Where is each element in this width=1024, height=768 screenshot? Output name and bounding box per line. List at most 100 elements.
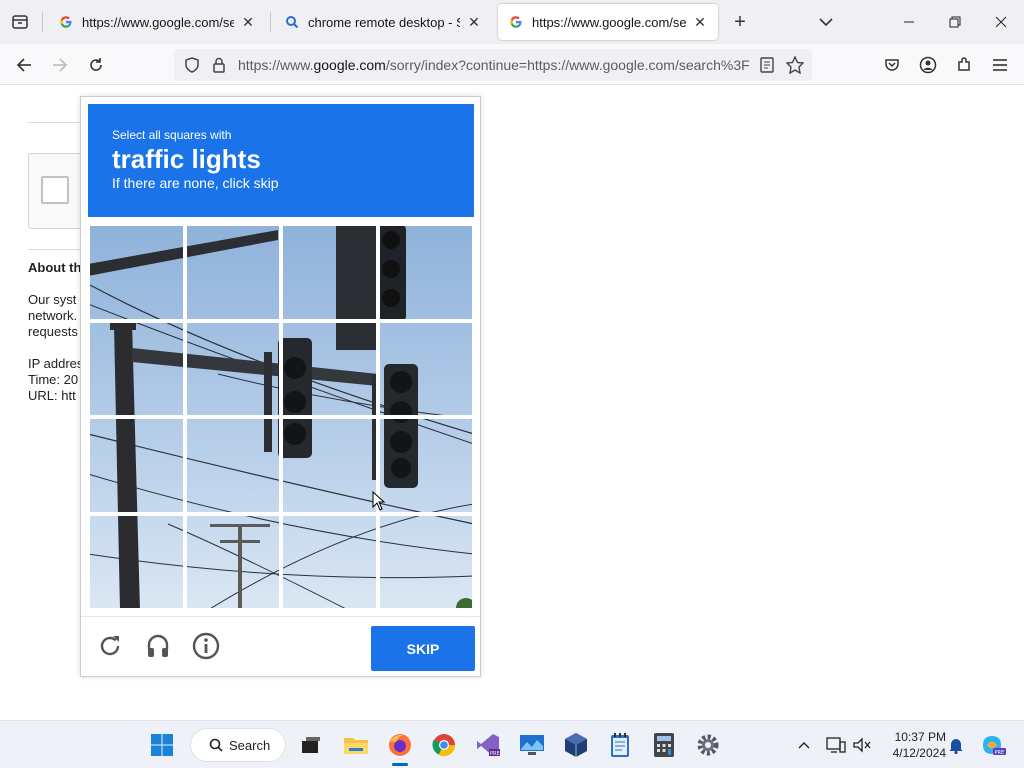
windows-start-icon[interactable] bbox=[146, 729, 178, 761]
divider bbox=[28, 122, 88, 123]
challenge-target: traffic lights bbox=[112, 144, 261, 174]
tab-separator bbox=[42, 12, 43, 32]
tab-google-search-active[interactable]: https://www.google.com/search ✕ bbox=[498, 4, 718, 40]
visual-studio-preview-icon[interactable]: PRE bbox=[472, 729, 504, 761]
grid-tile-r2c4[interactable] bbox=[377, 320, 474, 417]
url-path: /sorry/index?continue=https://www.google… bbox=[385, 57, 750, 73]
grid-tile-r4c1[interactable] bbox=[88, 513, 185, 610]
clock-time: 10:37 PM bbox=[894, 730, 946, 744]
bookmark-star-icon[interactable] bbox=[785, 55, 805, 79]
url-line: URL: htt bbox=[28, 388, 76, 403]
svg-text:PRE: PRE bbox=[490, 751, 500, 757]
address-bar[interactable]: https://www.google.com/sorry/index?conti… bbox=[174, 49, 812, 81]
active-app-indicator bbox=[392, 763, 408, 766]
about-text-line: network. bbox=[28, 308, 78, 323]
forward-arrow-icon[interactable] bbox=[47, 52, 73, 78]
challenge-header: Select all squares with traffic lights I… bbox=[88, 104, 474, 217]
tab-title: chrome remote desktop - Search bbox=[308, 14, 460, 30]
tab-separator bbox=[270, 12, 271, 32]
shield-icon[interactable] bbox=[184, 57, 200, 78]
about-text-line: requests bbox=[28, 324, 78, 339]
firefox-taskbar-icon[interactable] bbox=[384, 729, 416, 761]
challenge-footer: SKIP bbox=[81, 616, 480, 676]
hamburger-menu-icon[interactable] bbox=[987, 52, 1013, 78]
tab-title: https://www.google.com/search bbox=[532, 14, 686, 30]
grid-tile-r3c4[interactable] bbox=[377, 417, 474, 514]
close-tab-icon[interactable]: ✕ bbox=[692, 14, 708, 30]
grid-tile-r1c1[interactable] bbox=[88, 224, 185, 321]
pocket-icon[interactable] bbox=[879, 52, 905, 78]
google-icon bbox=[508, 14, 524, 30]
url-text[interactable]: https://www.google.com/sorry/index?conti… bbox=[238, 57, 753, 73]
extensions-icon[interactable] bbox=[951, 52, 977, 78]
challenge-image-grid bbox=[88, 224, 474, 610]
show-hidden-icons-chevron-icon[interactable] bbox=[792, 733, 816, 757]
taskbar-search-box[interactable]: Search bbox=[190, 728, 286, 762]
audio-challenge-headphones-icon[interactable] bbox=[141, 629, 175, 663]
search-icon bbox=[284, 14, 300, 30]
calculator-icon[interactable] bbox=[648, 729, 680, 761]
minimize-button[interactable] bbox=[894, 8, 924, 36]
volume-muted-icon[interactable] bbox=[850, 733, 874, 757]
url-domain: google.com bbox=[313, 57, 386, 73]
windows-taskbar: Search PRE 10:37 PM 4/12/2024 PRE bbox=[0, 720, 1024, 768]
svg-text:PRE: PRE bbox=[995, 750, 1005, 756]
info-icon[interactable] bbox=[189, 629, 223, 663]
ip-address-line: IP addres bbox=[28, 356, 84, 371]
grid-tile-r2c1[interactable] bbox=[88, 320, 185, 417]
challenge-hint: If there are none, click skip bbox=[112, 175, 279, 191]
mouse-cursor-icon bbox=[372, 491, 386, 511]
copilot-preview-icon[interactable]: PRE bbox=[978, 733, 1008, 757]
settings-gear-icon[interactable] bbox=[692, 729, 724, 761]
restore-button[interactable] bbox=[940, 8, 970, 36]
tab-google-search-1[interactable]: https://www.google.com/search ✕ bbox=[48, 4, 266, 40]
taskbar-search-label: Search bbox=[229, 737, 271, 753]
clock-date: 4/12/2024 bbox=[892, 746, 946, 760]
task-view-icon[interactable] bbox=[294, 729, 326, 761]
system-clock[interactable]: 10:37 PM 4/12/2024 bbox=[878, 729, 946, 761]
file-explorer-icon[interactable] bbox=[340, 729, 372, 761]
close-window-button[interactable] bbox=[986, 8, 1016, 36]
grid-tile-r2c2[interactable] bbox=[184, 320, 281, 417]
chrome-icon[interactable] bbox=[428, 729, 460, 761]
notification-bell-icon[interactable] bbox=[944, 733, 968, 757]
grid-tile-r1c2[interactable] bbox=[184, 224, 281, 321]
time-line: Time: 20 bbox=[28, 372, 79, 387]
grid-tile-r1c4[interactable] bbox=[377, 224, 474, 321]
google-icon bbox=[58, 14, 74, 30]
back-arrow-icon[interactable] bbox=[11, 52, 37, 78]
close-tab-icon[interactable]: ✕ bbox=[240, 14, 256, 30]
recaptcha-challenge-dialog: Select all squares with traffic lights I… bbox=[80, 96, 481, 677]
reader-view-icon[interactable] bbox=[760, 57, 774, 78]
grid-tile-r3c3[interactable] bbox=[281, 417, 378, 514]
lock-icon[interactable] bbox=[212, 57, 226, 78]
url-prefix: https://www. bbox=[238, 57, 314, 73]
recaptcha-checkbox-container bbox=[28, 153, 88, 229]
grid-tile-r4c2[interactable] bbox=[184, 513, 281, 610]
recaptcha-checkbox[interactable] bbox=[41, 176, 69, 204]
grid-tile-r4c4[interactable] bbox=[377, 513, 474, 610]
navigation-toolbar: https://www.google.com/sorry/index?conti… bbox=[0, 44, 1024, 85]
grid-tile-r2c3[interactable] bbox=[281, 320, 378, 417]
grid-tile-r3c2[interactable] bbox=[184, 417, 281, 514]
network-monitor-icon[interactable] bbox=[824, 733, 848, 757]
divider bbox=[28, 249, 88, 250]
list-all-tabs-icon[interactable] bbox=[814, 10, 838, 34]
remote-desktop-icon[interactable] bbox=[516, 729, 548, 761]
grid-tile-r1c3[interactable] bbox=[281, 224, 378, 321]
grid-tile-r3c1[interactable] bbox=[88, 417, 185, 514]
about-text-line: Our syst bbox=[28, 292, 77, 307]
reload-challenge-icon[interactable] bbox=[93, 629, 127, 663]
skip-button[interactable]: SKIP bbox=[371, 626, 475, 671]
grid-tile-r4c3[interactable] bbox=[281, 513, 378, 610]
about-heading: About th bbox=[28, 260, 82, 275]
close-tab-icon[interactable]: ✕ bbox=[466, 14, 482, 30]
tab-chrome-remote-desktop[interactable]: chrome remote desktop - Search ✕ bbox=[274, 4, 492, 40]
virtualbox-icon[interactable] bbox=[560, 729, 592, 761]
search-icon bbox=[209, 738, 223, 752]
reload-icon[interactable] bbox=[83, 52, 109, 78]
firefox-view-icon[interactable] bbox=[8, 10, 32, 34]
new-tab-button[interactable]: + bbox=[728, 10, 752, 34]
notepad-icon[interactable] bbox=[604, 729, 636, 761]
account-icon[interactable] bbox=[915, 52, 941, 78]
